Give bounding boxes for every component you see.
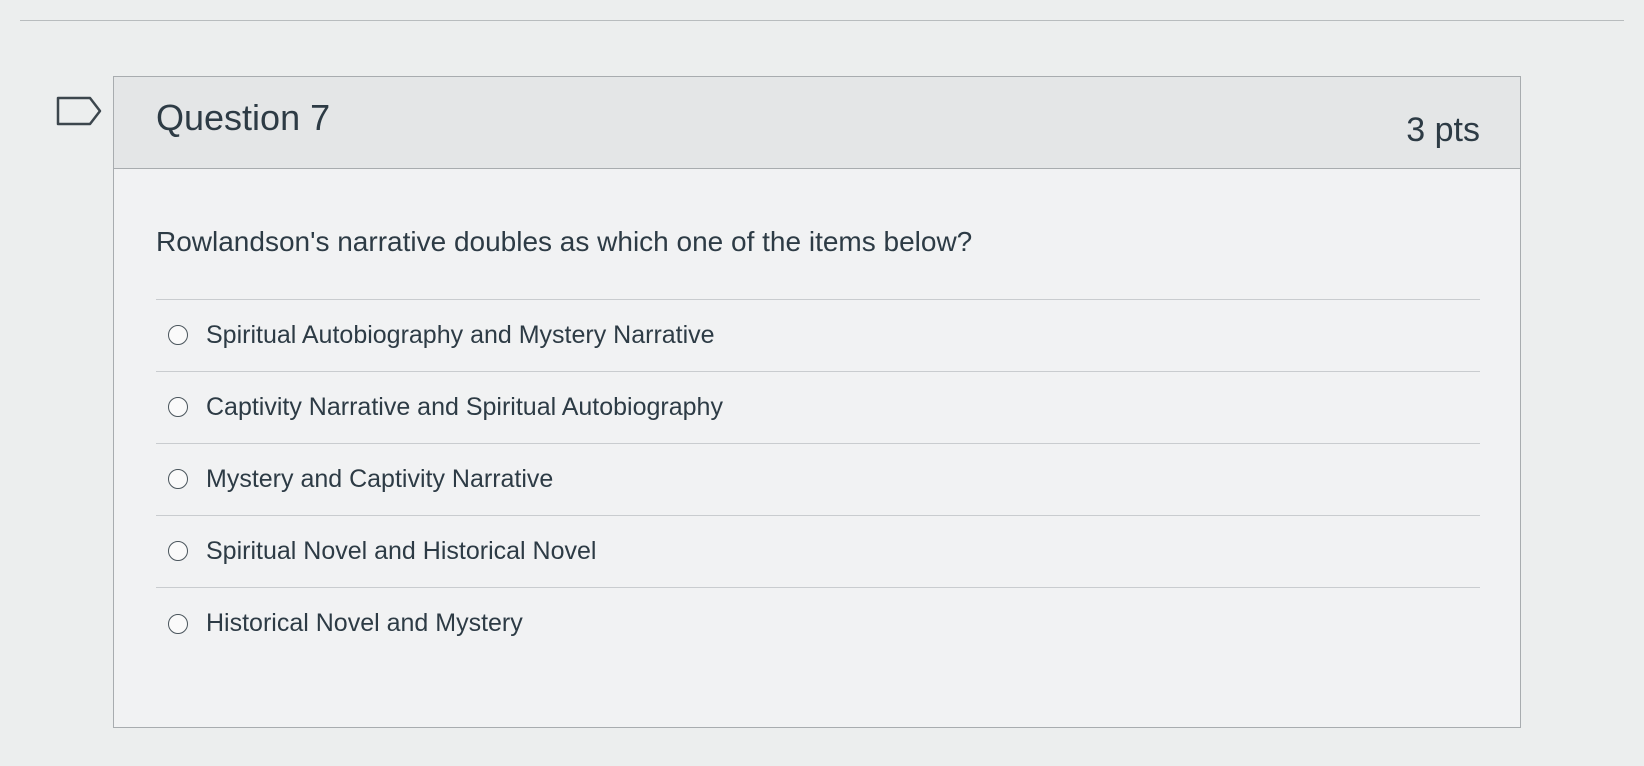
answer-label[interactable]: Spiritual Novel and Historical Novel (206, 537, 596, 566)
radio-button[interactable] (168, 397, 188, 418)
answer-label[interactable]: Spiritual Autobiography and Mystery Narr… (206, 321, 715, 350)
radio-button[interactable] (168, 469, 188, 490)
question-text: Rowlandson's narrative doubles as which … (156, 226, 973, 257)
answer-list: Spiritual Autobiography and Mystery Narr… (156, 298, 1480, 660)
question-header: Question 7 3 pts (114, 77, 1520, 169)
question-card: Question 7 3 pts Rowlandson's narrative … (113, 76, 1521, 728)
answer-label[interactable]: Captivity Narrative and Spiritual Autobi… (206, 393, 723, 422)
top-divider (20, 20, 1624, 21)
radio-button[interactable] (168, 325, 188, 346)
answer-option[interactable]: Historical Novel and Mystery (156, 588, 1480, 660)
answer-option[interactable]: Spiritual Autobiography and Mystery Narr… (156, 300, 1480, 372)
radio-button[interactable] (168, 613, 188, 634)
answer-option[interactable]: Captivity Narrative and Spiritual Autobi… (156, 372, 1480, 444)
question-title: Question 7 (156, 96, 331, 138)
answer-label[interactable]: Mystery and Captivity Narrative (206, 465, 553, 494)
answer-option[interactable]: Spiritual Novel and Historical Novel (156, 516, 1480, 588)
answer-option[interactable]: Mystery and Captivity Narrative (156, 444, 1480, 516)
question-body: Rowlandson's narrative doubles as which … (114, 169, 1520, 660)
radio-button[interactable] (168, 541, 188, 562)
question-points: 3 pts (1406, 111, 1480, 149)
flag-question-icon[interactable] (56, 96, 102, 126)
answer-label[interactable]: Historical Novel and Mystery (206, 609, 523, 638)
